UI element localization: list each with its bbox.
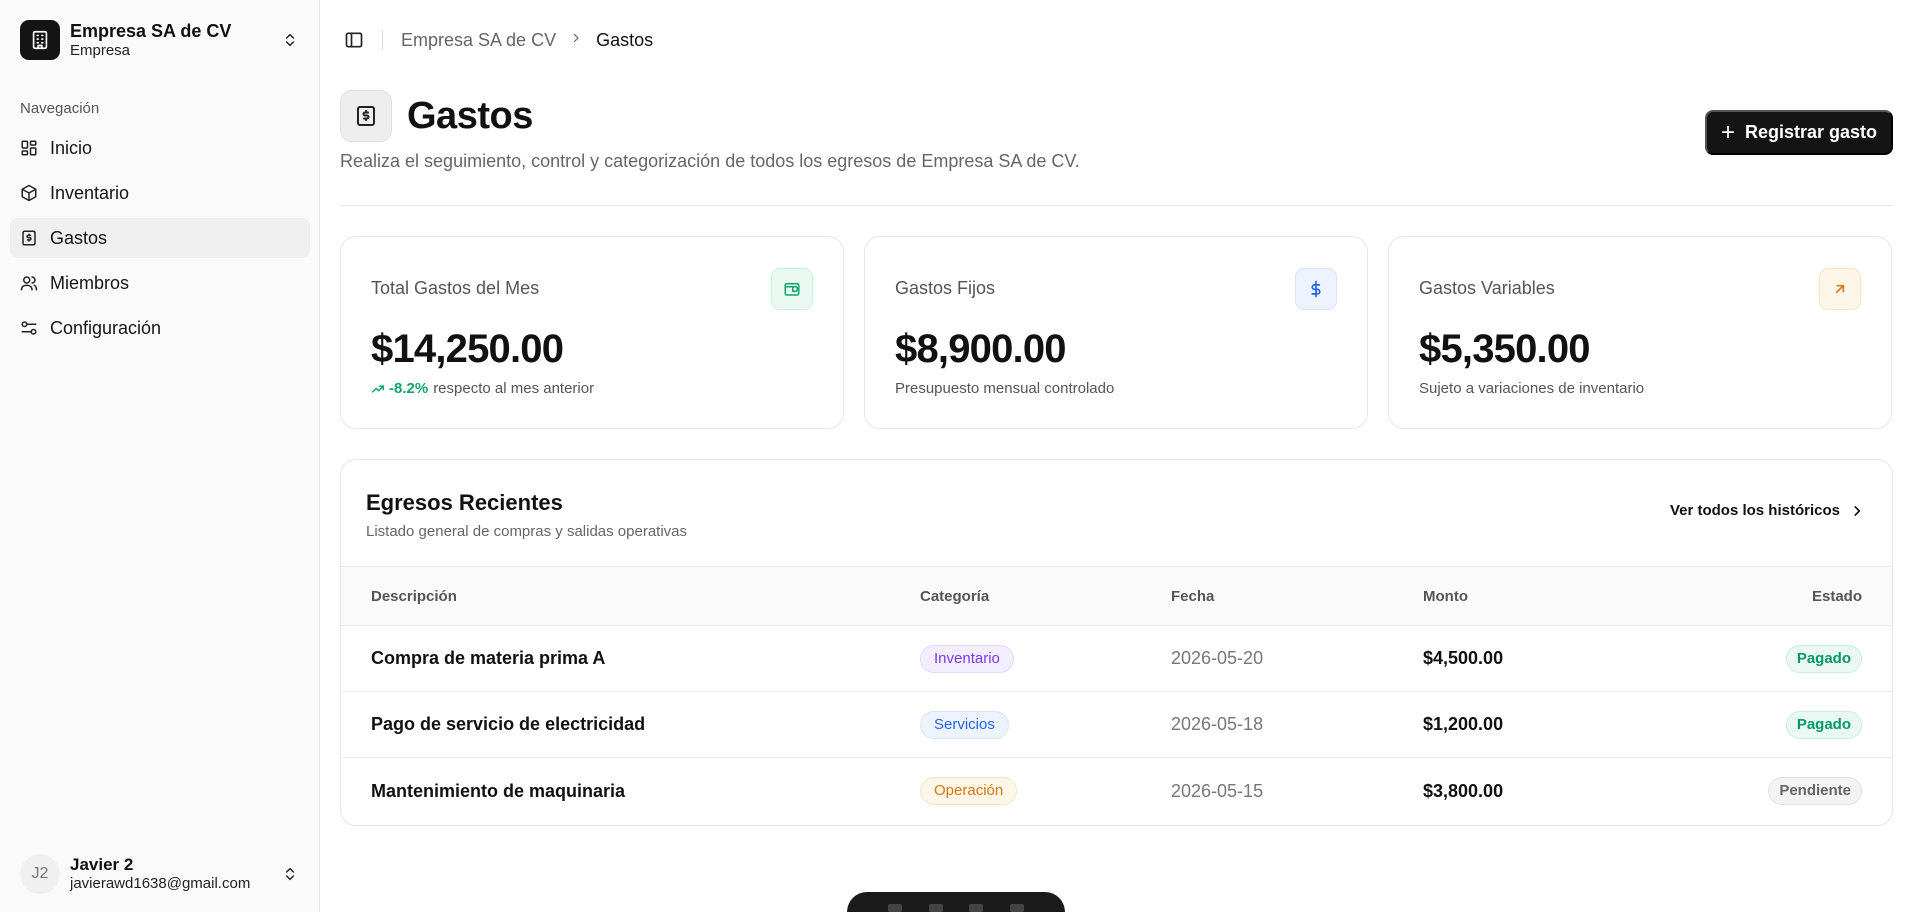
chevron-right-icon [570,31,582,49]
stat-sub: Sujeto a variaciones de inventario [1419,380,1645,397]
page-title: Gastos [407,95,533,137]
sidebar-item-miembros[interactable]: Miembros [10,263,310,303]
receipt-icon [22,230,36,246]
sidebar-item-inventario[interactable]: Inventario [10,173,310,213]
row-amount: $1,200.00 [1423,714,1504,734]
recent-expenses-title: Egresos Recientes [366,490,563,515]
wallet-icon [771,268,813,310]
chevrons-up-down-icon [280,30,300,50]
topbar: Empresa SA de CV Gastos [340,26,653,54]
stat-card-variable: Gastos Variables $5,350.00 Sujeto a vari… [1388,236,1892,429]
view-all-history-link[interactable]: Ver todos los históricos [1670,502,1864,519]
view-all-label: Ver todos los históricos [1669,502,1840,519]
row-description: Mantenimiento de maquinaria [371,780,626,801]
status-badge: Pagado [1785,710,1862,739]
org-type: Empresa [70,42,131,59]
column-header-status[interactable]: Estado [1812,567,1862,625]
stat-sub: respecto al mes anterior [433,380,595,397]
breadcrumb-parent-link[interactable]: Empresa SA de CV [401,30,556,51]
user-menu[interactable]: J2 Javier 2 javierawd1638@gmail.com [20,852,300,896]
recent-expenses-subtitle: Listado general de compras y salidas ope… [366,523,688,540]
row-description: Compra de materia prima A [371,648,606,668]
users-icon [20,276,38,291]
category-badge: Inventario [920,644,1014,673]
sidebar-item-inicio[interactable]: Inicio [10,128,310,168]
breadcrumb: Empresa SA de CV Gastos [401,30,653,51]
stat-value: $5,350.00 [1419,327,1591,371]
sidebar-toggle-button[interactable] [340,26,368,54]
building-icon [20,20,60,60]
floating-toolbar[interactable] [847,892,1065,912]
stat-value: $14,250.00 [371,327,564,371]
settings-icon [21,321,37,335]
stat-trend: -8.2% [389,380,429,397]
stat-value: $8,900.00 [895,327,1067,371]
column-header-category[interactable]: Categoría [920,567,989,625]
recent-expenses-card: Egresos Recientes Listado general de com… [340,459,1893,826]
toolbar-icon[interactable] [888,904,903,912]
avatar: J2 [20,854,60,894]
sidebar-item-label: Inicio [50,137,93,158]
user-name: Javier 2 [70,855,134,874]
stat-label: Gastos Variables [1419,278,1555,298]
table-header: Descripción Categoría Fecha Monto Estado [341,566,1892,626]
status-badge: Pendiente [1768,777,1862,805]
breadcrumb-current: Gastos [596,29,654,50]
toolbar-icon[interactable] [969,904,984,912]
chevron-right-icon [1854,505,1861,516]
sidebar-item-gastos[interactable]: Gastos [10,218,310,258]
panel-left-icon [345,32,363,48]
chevrons-up-down-icon [280,864,300,884]
sidebar-item-label: Miembros [50,272,130,293]
receipt-icon [340,90,392,142]
row-date: 2026-05-15 [1171,780,1264,801]
toolbar-icon[interactable] [928,904,943,912]
sidebar-nav: Inicio Inventario Gastos Miembros Config… [10,128,310,353]
org-switcher[interactable]: Empresa SA de CV Empresa [20,20,300,60]
stat-card-fixed: Gastos Fijos $8,900.00 Presupuesto mensu… [864,236,1368,429]
sidebar-item-label: Gastos [50,227,108,248]
column-header-amount[interactable]: Monto [1423,567,1468,625]
column-header-date[interactable]: Fecha [1171,567,1214,625]
sidebar-item-label: Configuración [50,317,162,338]
divider [382,30,383,50]
page-description: Realiza el seguimiento, control y catego… [340,151,1080,171]
stat-label: Total Gastos del Mes [371,278,540,298]
row-amount: $4,500.00 [1423,648,1504,668]
table-row[interactable]: Compra de materia prima A Inventario 202… [341,626,1892,692]
category-badge: Servicios [920,710,1009,739]
org-name: Empresa SA de CV [70,21,232,41]
dollar-icon [1295,268,1337,310]
status-badge: Pagado [1785,644,1862,673]
row-date: 2026-05-20 [1171,648,1264,668]
toolbar-icon[interactable] [1009,904,1024,912]
nav-heading: Navegación [20,100,100,117]
user-email: javierawd1638@gmail.com [70,875,251,892]
sidebar: Empresa SA de CV Empresa Navegación Inic… [0,0,320,912]
divider [340,205,1893,206]
column-header-description[interactable]: Descripción [371,567,457,625]
dashboard-icon [21,140,37,156]
row-description: Pago de servicio de electricidad [371,714,646,734]
arrow-up-right-icon [1819,268,1861,310]
register-expense-label: Registrar gasto [1744,122,1878,142]
row-amount: $3,800.00 [1423,780,1504,801]
plus-icon: + [1720,118,1735,146]
register-expense-button[interactable]: + Registrar gasto [1705,110,1893,155]
stat-card-total: Total Gastos del Mes $14,250.00 -8.2% re… [340,236,844,429]
table-row[interactable]: Mantenimiento de maquinaria Operación 20… [341,758,1892,824]
row-date: 2026-05-18 [1171,714,1264,734]
sidebar-item-label: Inventario [50,182,130,203]
table-row[interactable]: Pago de servicio de electricidad Servici… [341,692,1892,758]
trending-up-icon [372,384,384,393]
stat-sub: Presupuesto mensual controlado [895,380,1115,397]
category-badge: Operación [920,777,1018,805]
stat-label: Gastos Fijos [895,278,996,298]
sidebar-item-configuracion[interactable]: Configuración [10,308,310,348]
package-icon [21,184,37,202]
